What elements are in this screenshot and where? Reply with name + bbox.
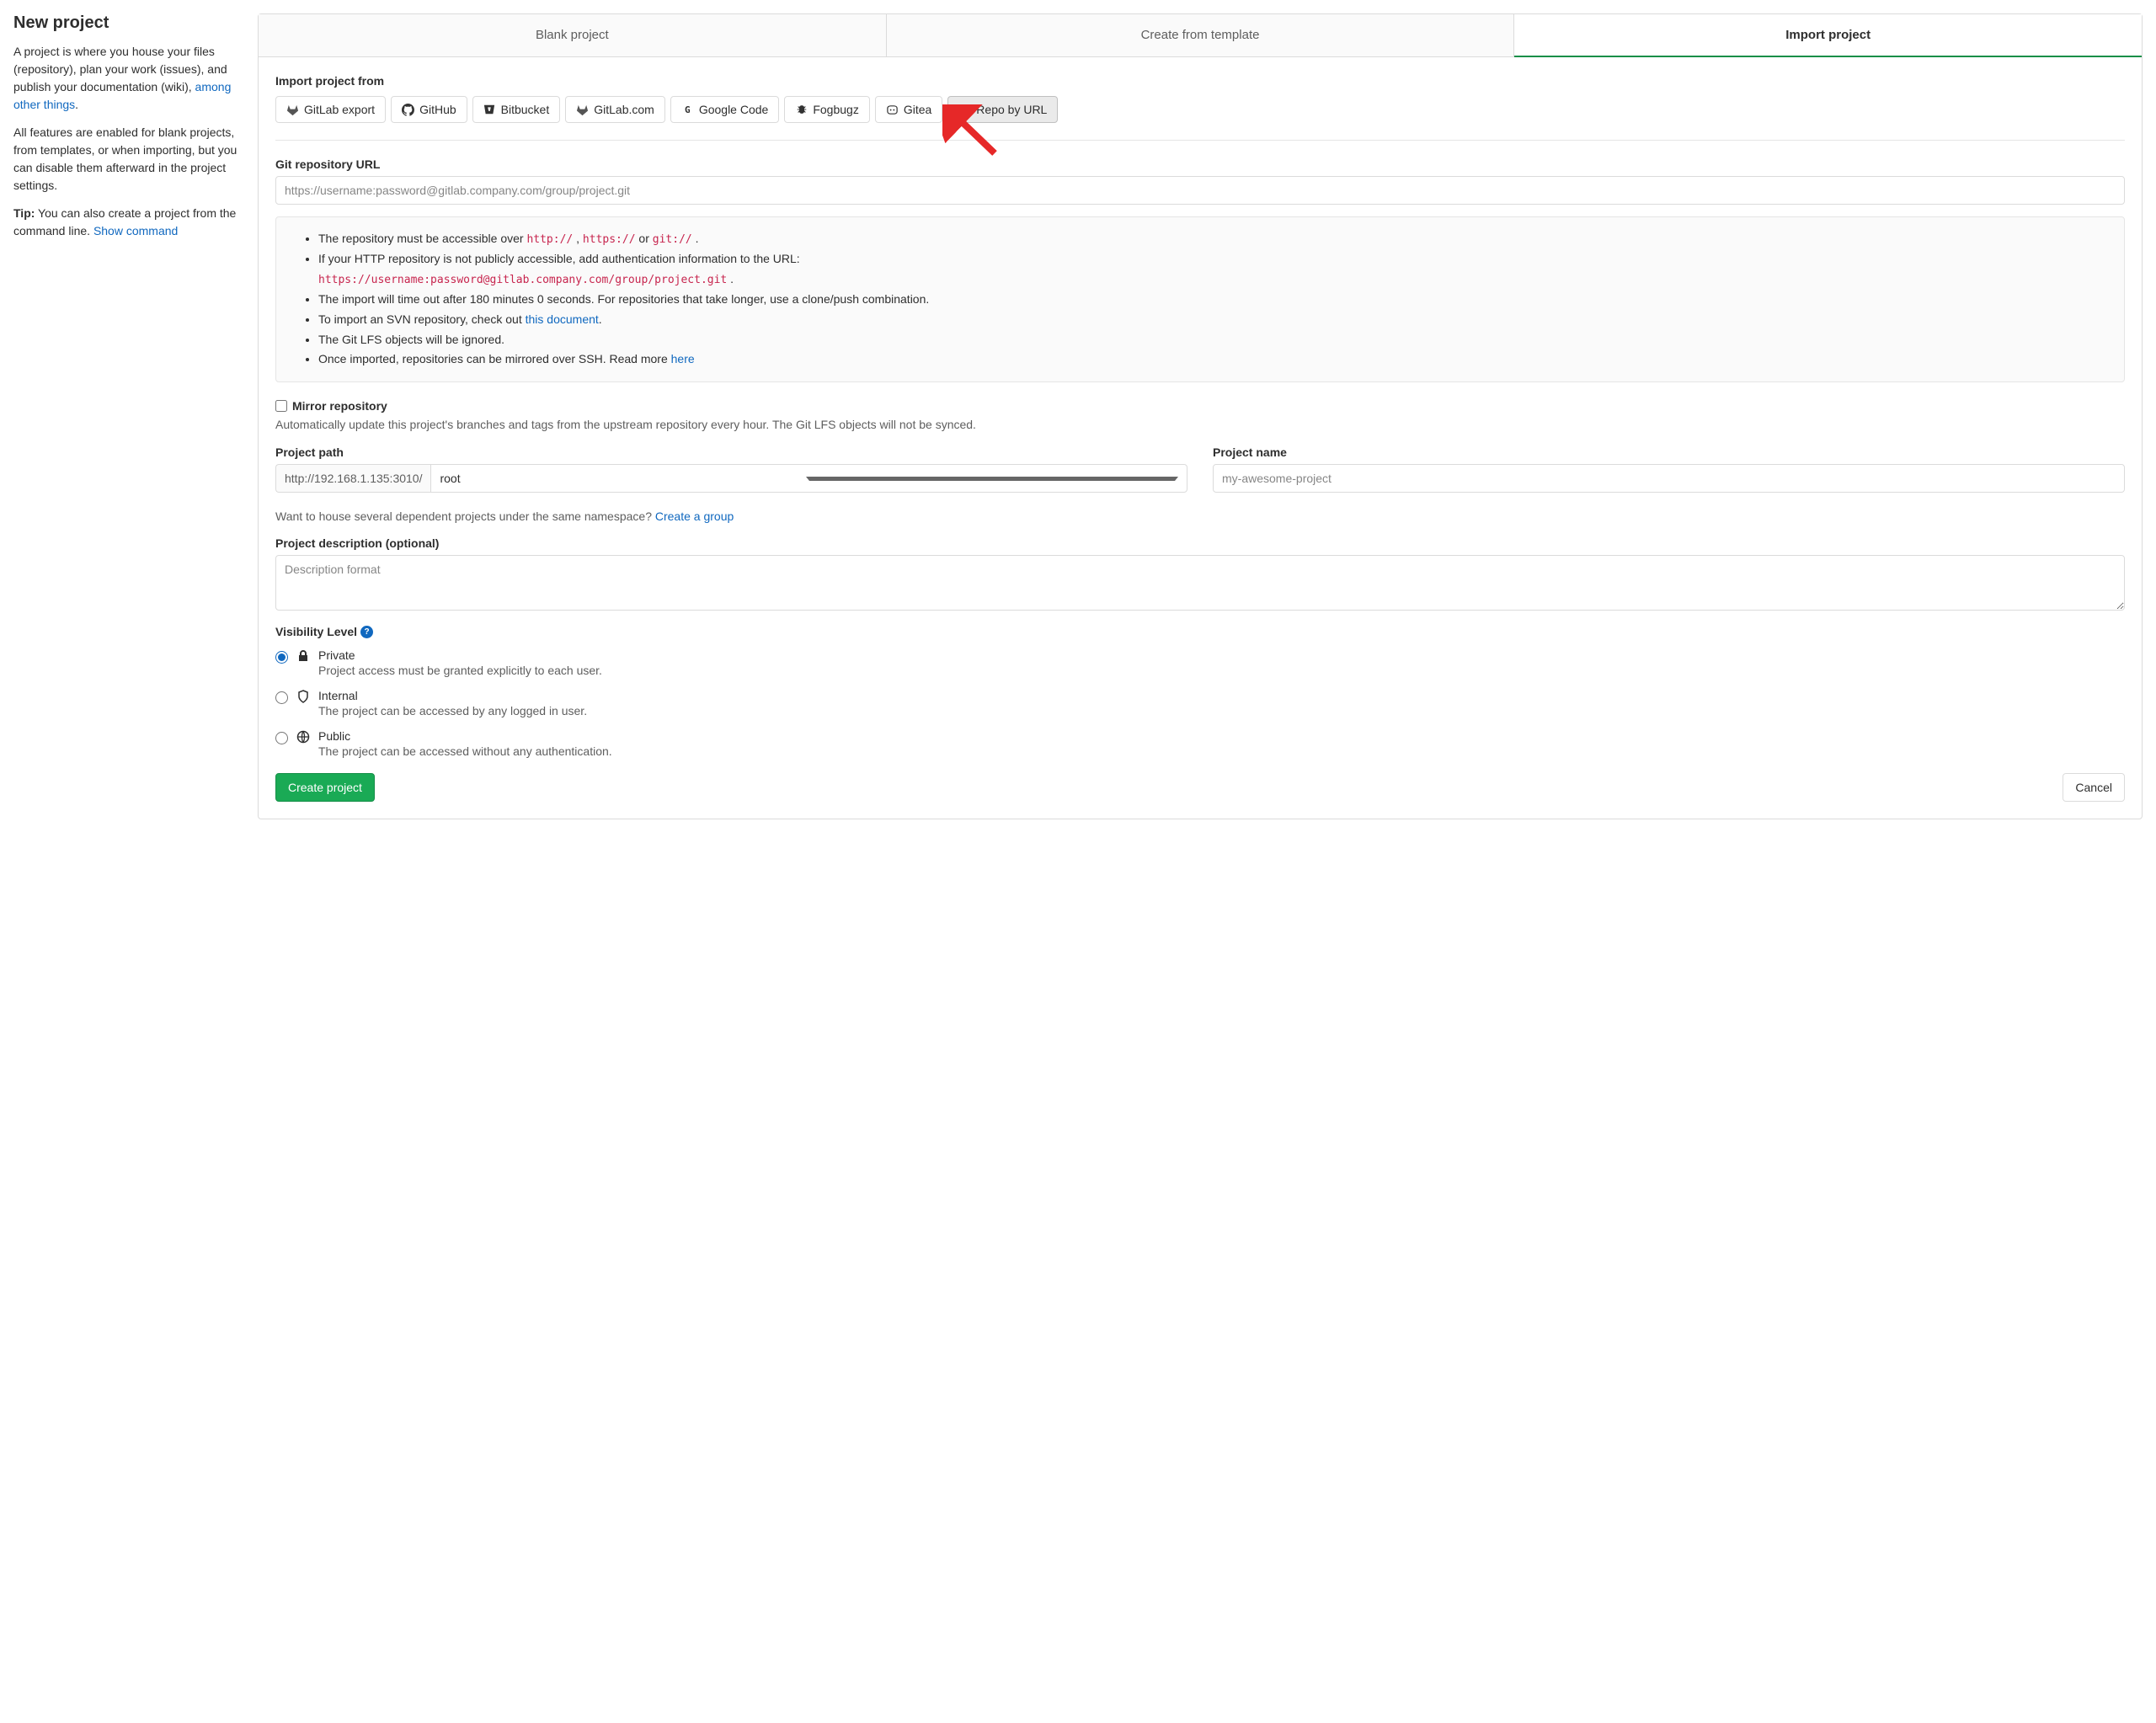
namespace-select[interactable]: root (430, 464, 1187, 493)
project-path-group: Project path http://192.168.1.135:3010/ … (275, 445, 1187, 493)
project-name-label: Project name (1213, 445, 2125, 459)
help-item: The Git LFS objects will be ignored. (318, 330, 2109, 350)
sidebar: New project A project is where you house… (13, 13, 258, 819)
visibility-internal-title: Internal (318, 689, 587, 702)
shield-icon (296, 690, 310, 703)
show-command-link[interactable]: Show command (93, 224, 178, 237)
mirror-doc-link[interactable]: here (671, 352, 695, 365)
description-input[interactable] (275, 555, 2125, 611)
lock-icon (296, 649, 310, 663)
main-panel: Blank project Create from template Impor… (258, 13, 2143, 819)
visibility-internal-desc: The project can be accessed by any logge… (318, 704, 587, 717)
project-name-group: Project name (1213, 445, 2125, 493)
visibility-public-row: Public The project can be accessed witho… (275, 729, 2125, 758)
bug-icon (795, 104, 808, 116)
path-prefix: http://192.168.1.135:3010/ (275, 464, 430, 493)
git-icon: git (958, 104, 971, 116)
sidebar-desc-2: All features are enabled for blank proje… (13, 124, 237, 195)
create-group-link[interactable]: Create a group (655, 509, 734, 523)
source-gitlab-com[interactable]: GitLab.com (565, 96, 665, 123)
source-fogbugz[interactable]: Fogbugz (784, 96, 869, 123)
help-icon[interactable]: ? (360, 626, 373, 638)
globe-icon (296, 730, 310, 744)
visibility-public-radio[interactable] (275, 732, 288, 744)
gitlab-icon (576, 104, 589, 116)
chevron-down-icon (806, 477, 1178, 481)
namespace-value: root (440, 472, 805, 485)
visibility-public-title: Public (318, 729, 612, 743)
visibility-private-desc: Project access must be granted explicitl… (318, 664, 602, 677)
github-icon (402, 104, 414, 116)
git-url-group: Git repository URL (275, 157, 2125, 205)
bitbucket-icon (483, 104, 496, 116)
svn-doc-link[interactable]: this document (526, 312, 599, 326)
import-from-label: Import project from (275, 74, 2125, 88)
help-item: If your HTTP repository is not publicly … (318, 249, 2109, 290)
import-sources: GitLab export GitHub Bitbucket GitLab.co… (275, 96, 2125, 123)
tab-import-project[interactable]: Import project (1514, 14, 2142, 57)
visibility-internal-radio[interactable] (275, 691, 288, 704)
tab-content: Import project from GitLab export GitHub… (259, 57, 2142, 819)
visibility-label: Visibility Level ? (275, 625, 2125, 638)
page-title: New project (13, 13, 237, 33)
source-gitlab-export[interactable]: GitLab export (275, 96, 386, 123)
mirror-desc: Automatically update this project's bran… (275, 416, 2125, 434)
help-item: The repository must be accessible over h… (318, 229, 2109, 249)
git-url-input[interactable] (275, 176, 2125, 205)
source-gitea[interactable]: Gitea (875, 96, 942, 123)
help-item: To import an SVN repository, check out t… (318, 310, 2109, 330)
visibility-private-title: Private (318, 648, 602, 662)
source-repo-by-url[interactable]: git Repo by URL (947, 96, 1058, 123)
mirror-checkbox[interactable] (275, 400, 287, 412)
visibility-internal-row: Internal The project can be accessed by … (275, 689, 2125, 717)
help-item: The import will time out after 180 minut… (318, 290, 2109, 310)
tab-create-from-template[interactable]: Create from template (887, 14, 1515, 56)
project-path-label: Project path (275, 445, 1187, 459)
help-box: The repository must be accessible over h… (275, 216, 2125, 382)
visibility-private-row: Private Project access must be granted e… (275, 648, 2125, 677)
source-bitbucket[interactable]: Bitbucket (472, 96, 561, 123)
source-github[interactable]: GitHub (391, 96, 467, 123)
mirror-checkbox-row: Mirror repository (275, 399, 2125, 413)
tab-blank-project[interactable]: Blank project (259, 14, 887, 56)
cancel-button[interactable]: Cancel (2063, 773, 2125, 802)
git-url-label: Git repository URL (275, 157, 2125, 171)
tabs: Blank project Create from template Impor… (259, 14, 2142, 57)
sidebar-desc-3: Tip: You can also create a project from … (13, 205, 237, 240)
mirror-label[interactable]: Mirror repository (292, 399, 387, 413)
project-name-input[interactable] (1213, 464, 2125, 493)
visibility-public-desc: The project can be accessed without any … (318, 744, 612, 758)
gitlab-icon (286, 104, 299, 116)
description-label: Project description (optional) (275, 536, 2125, 550)
google-icon: G (681, 104, 694, 116)
gitea-icon (886, 104, 899, 116)
divider (275, 140, 2125, 141)
namespace-hint: Want to house several dependent projects… (275, 509, 2125, 523)
description-group: Project description (optional) (275, 536, 2125, 613)
visibility-private-radio[interactable] (275, 651, 288, 664)
actions-row: Create project Cancel (275, 773, 2125, 802)
sidebar-desc-1: A project is where you house your files … (13, 43, 237, 114)
create-project-button[interactable]: Create project (275, 773, 375, 802)
source-google-code[interactable]: G Google Code (670, 96, 780, 123)
help-item: Once imported, repositories can be mirro… (318, 349, 2109, 370)
